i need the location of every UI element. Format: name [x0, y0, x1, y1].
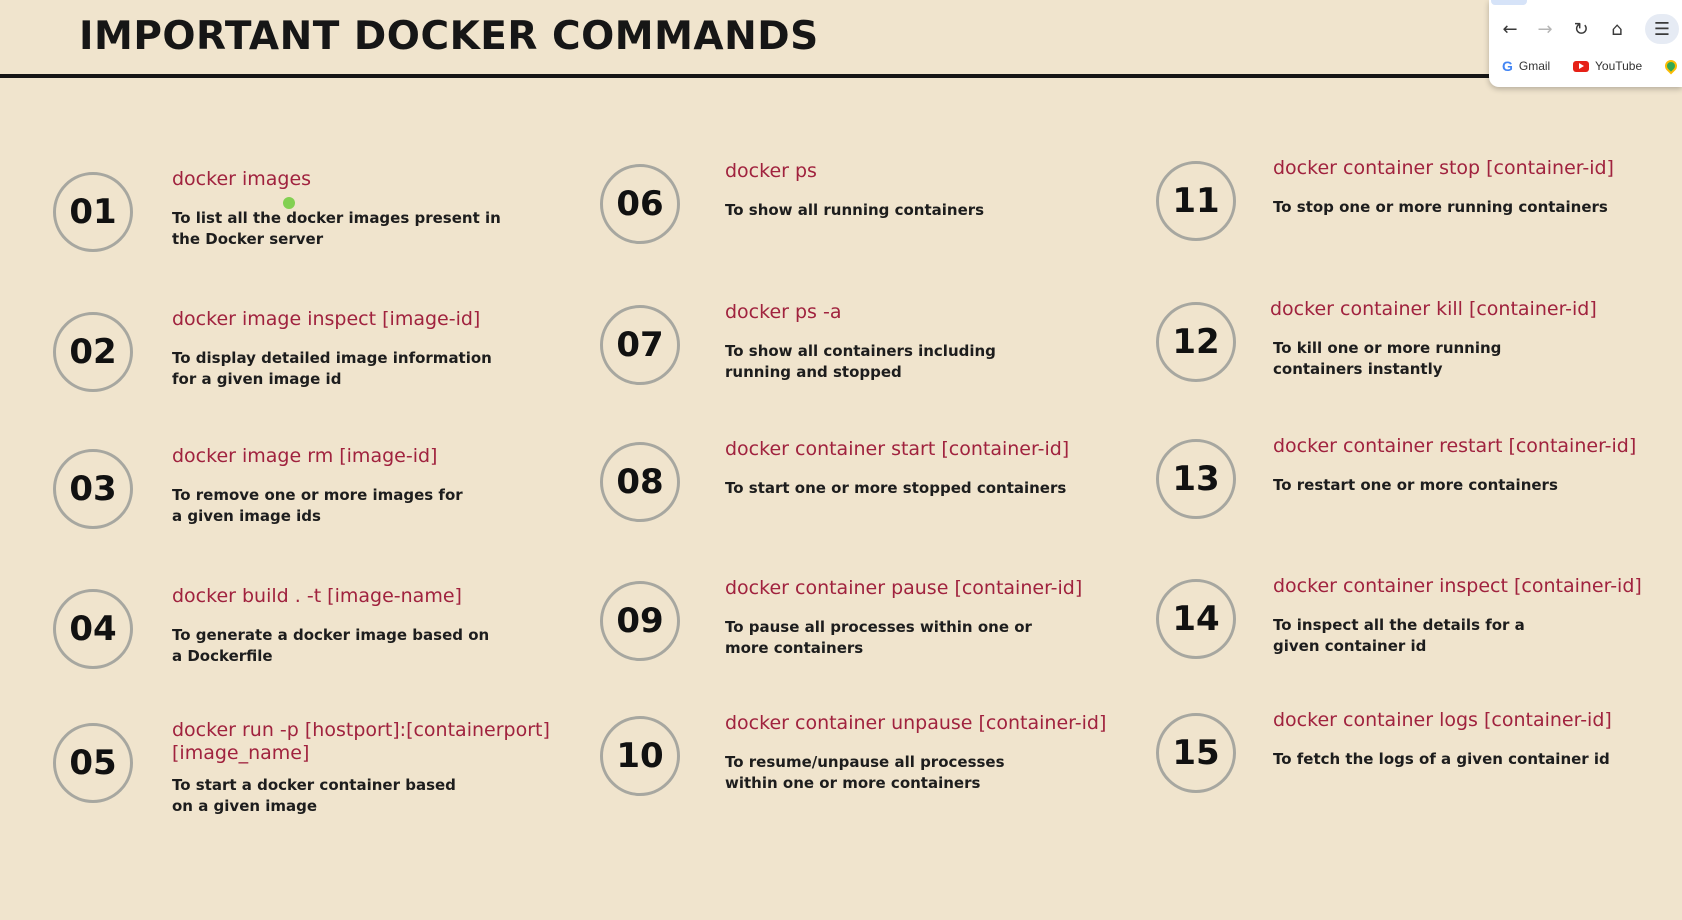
command-description: To kill one or more running containers i…: [1273, 339, 1502, 378]
page-title: IMPORTANT DOCKER COMMANDS: [79, 14, 819, 59]
command-text: docker image inspect [image-id]: [172, 308, 481, 330]
number-circle: 12: [1156, 302, 1236, 382]
number-circle: 07: [600, 305, 680, 385]
home-icon[interactable]: ⌂: [1602, 14, 1632, 44]
command-text: docker container kill [container-id]: [1270, 298, 1597, 320]
number-circle: 01: [53, 172, 133, 252]
title-divider: [0, 74, 1520, 78]
command-description: To generate a docker image based on a Do…: [172, 626, 490, 665]
command-description: To resume/unpause all processes within o…: [725, 753, 1005, 792]
maps-icon: [1662, 57, 1680, 75]
browser-toolbar: ← → ↻ ⌂ ☰ G Gmail YouTube: [1489, 0, 1682, 87]
forward-arrow-icon[interactable]: →: [1530, 14, 1560, 44]
number-circle: 10: [600, 716, 680, 796]
command-description: To display detailed image information fo…: [172, 349, 492, 388]
command-item: 14 docker container inspect [container-i…: [1156, 575, 1682, 699]
command-item: 10 docker container unpause [container-i…: [600, 712, 1160, 836]
command-item: 06 docker ps To show all running contain…: [600, 160, 1160, 284]
command-text: docker container restart [container-id]: [1273, 435, 1637, 457]
bookmark-label: Gmail: [1518, 59, 1551, 73]
number-circle: 06: [600, 164, 680, 244]
command-description: To fetch the logs of a given container i…: [1273, 750, 1610, 768]
bookmarks-bar: G Gmail YouTube: [1489, 55, 1682, 77]
command-text: docker image rm [image-id]: [172, 445, 438, 467]
command-item: 07 docker ps -a To show all containers i…: [600, 301, 1160, 425]
bookmark-gmail[interactable]: G Gmail: [1502, 55, 1550, 77]
command-description: To stop one or more running containers: [1273, 198, 1608, 216]
command-item: 11 docker container stop [container-id] …: [1156, 157, 1682, 281]
command-text: docker container unpause [container-id]: [725, 712, 1107, 734]
command-text: docker container stop [container-id]: [1273, 157, 1614, 179]
command-description: To start one or more stopped containers: [725, 479, 1067, 497]
command-text: docker build . -t [image-name]: [172, 585, 462, 607]
command-description: To start a docker container based on a g…: [172, 776, 456, 815]
command-text: docker container pause [container-id]: [725, 577, 1083, 599]
extensions-icon[interactable]: ☰: [1645, 14, 1679, 44]
command-item: 02 docker image inspect [image-id] To di…: [53, 308, 613, 432]
number-circle: 13: [1156, 439, 1236, 519]
command-item: 08 docker container start [container-id]…: [600, 438, 1160, 562]
number-circle: 09: [600, 581, 680, 661]
command-item: 05 docker run -p [hostport]:[containerpo…: [53, 719, 613, 843]
command-description: To remove one or more images for a given…: [172, 486, 463, 525]
number-circle: 03: [53, 449, 133, 529]
command-item: 12 docker container kill [container-id] …: [1156, 298, 1682, 422]
number-circle: 02: [53, 312, 133, 392]
command-text: docker container logs [container-id]: [1273, 709, 1612, 731]
command-description: To inspect all the details for a given c…: [1273, 616, 1525, 655]
command-description: To list all the docker images present in…: [172, 209, 501, 248]
youtube-icon: [1573, 60, 1589, 72]
nav-buttons: ← → ↻ ⌂ ☰: [1489, 14, 1682, 44]
google-icon: G: [1502, 58, 1513, 74]
command-text: docker ps: [725, 160, 817, 182]
number-circle: 11: [1156, 161, 1236, 241]
number-circle: 04: [53, 589, 133, 669]
tab-strip-hint: [1491, 0, 1527, 5]
back-arrow-icon[interactable]: ←: [1495, 14, 1525, 44]
command-item: 03 docker image rm [image-id] To remove …: [53, 445, 613, 569]
command-description: To pause all processes within one or mor…: [725, 618, 1032, 657]
number-circle: 14: [1156, 579, 1236, 659]
command-text: docker container inspect [container-id]: [1273, 575, 1642, 597]
number-circle: 15: [1156, 713, 1236, 793]
bookmark-maps[interactable]: [1662, 55, 1680, 77]
bookmark-youtube[interactable]: YouTube: [1573, 55, 1642, 77]
command-item: 13 docker container restart [container-i…: [1156, 435, 1682, 559]
command-description: To show all containers including running…: [725, 342, 996, 381]
bookmark-label: YouTube: [1595, 59, 1643, 73]
command-description: To restart one or more containers: [1273, 476, 1558, 494]
command-text: docker ps -a: [725, 301, 842, 323]
command-text: docker container start [container-id]: [725, 438, 1070, 460]
command-text: docker images: [172, 168, 312, 190]
command-item: 09 docker container pause [container-id]…: [600, 577, 1160, 701]
command-item: 04 docker build . -t [image-name] To gen…: [53, 585, 613, 709]
number-circle: 08: [600, 442, 680, 522]
command-text: docker run -p [hostport]:[containerport]…: [172, 719, 550, 764]
number-circle: 05: [53, 723, 133, 803]
command-description: To show all running containers: [725, 201, 985, 219]
reload-icon[interactable]: ↻: [1566, 14, 1596, 44]
command-item: 15 docker container logs [container-id] …: [1156, 709, 1682, 833]
command-item: 01 docker images To list all the docker …: [53, 168, 613, 292]
cursor-highlight: [283, 197, 295, 209]
